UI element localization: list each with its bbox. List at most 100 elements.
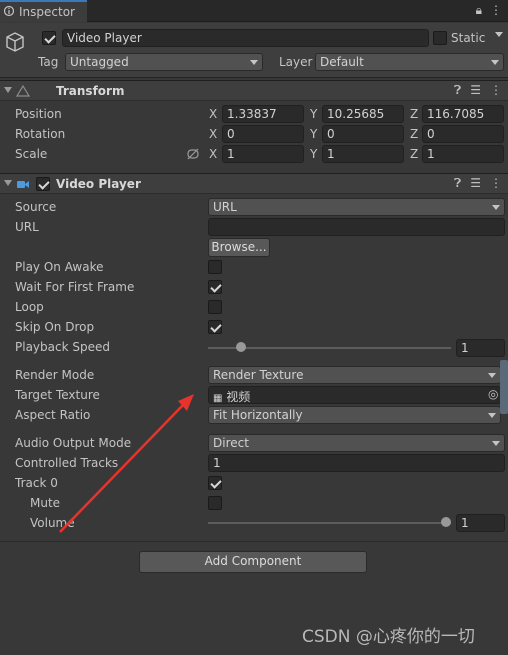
- chevron-down-icon: [488, 373, 496, 378]
- playback-speed-slider-thumb[interactable]: [235, 342, 246, 352]
- audio-output-dropdown[interactable]: Direct: [208, 434, 505, 452]
- chevron-down-icon: [488, 413, 496, 418]
- constrain-proportions-icon[interactable]: [186, 148, 200, 160]
- layer-label: Layer: [279, 55, 313, 69]
- video-player-title: Video Player: [56, 177, 141, 191]
- info-icon: [4, 5, 14, 17]
- scale-x-field[interactable]: 1: [222, 145, 304, 163]
- axis-x-label: X: [209, 127, 218, 141]
- target-texture-value: 视频: [226, 390, 251, 404]
- gameobject-header: Video Player Static Tag Untagged Layer D…: [0, 23, 508, 78]
- volume-slider-thumb[interactable]: [441, 517, 451, 527]
- tag-dropdown[interactable]: Untagged: [65, 53, 263, 71]
- chevron-down-icon: [250, 60, 258, 65]
- scale-z-field[interactable]: 1: [422, 145, 504, 163]
- arrow-head: [178, 394, 194, 411]
- more-menu-icon[interactable]: ⋮: [490, 83, 502, 98]
- more-menu-icon[interactable]: ⋮: [490, 176, 502, 191]
- position-y-field[interactable]: 10.25685: [322, 105, 404, 123]
- video-player-header[interactable]: Video Player ❓︎ ☰ ⋮: [0, 173, 508, 194]
- play-on-awake-label: Play On Awake: [15, 260, 104, 274]
- scrollbar-thumb[interactable]: [500, 360, 508, 414]
- video-player-enabled-checkbox[interactable]: [36, 177, 50, 191]
- wait-first-frame-checkbox[interactable]: [208, 280, 222, 294]
- active-checkbox[interactable]: [42, 31, 56, 45]
- axis-y-label: Y: [310, 127, 318, 141]
- tag-label: Tag: [38, 55, 59, 69]
- scale-y-field[interactable]: 1: [322, 145, 404, 163]
- watermark: CSDN @心疼你的一切: [302, 627, 475, 647]
- source-dropdown[interactable]: URL: [208, 198, 505, 216]
- url-label: URL: [15, 220, 39, 234]
- chevron-down-icon: [492, 205, 500, 210]
- playback-speed-field[interactable]: 1: [456, 339, 505, 357]
- layer-dropdown[interactable]: Default: [315, 53, 504, 71]
- target-texture-label: Target Texture: [15, 388, 100, 402]
- position-label: Position: [15, 107, 62, 121]
- cube-icon: [6, 32, 24, 52]
- add-component-button[interactable]: Add Component: [139, 551, 367, 573]
- target-texture-field[interactable]: ▦ 视频: [208, 386, 501, 404]
- scale-label: Scale: [15, 147, 48, 161]
- axis-z-label: Z: [410, 127, 419, 141]
- browse-button[interactable]: Browse...: [208, 238, 270, 257]
- render-mode-dropdown[interactable]: Render Texture: [208, 366, 501, 384]
- position-x-field[interactable]: 1.33837: [222, 105, 304, 123]
- aspect-ratio-dropdown[interactable]: Fit Horizontally: [208, 406, 501, 424]
- play-on-awake-checkbox[interactable]: [208, 260, 222, 274]
- foldout-arrow-icon[interactable]: [4, 180, 12, 186]
- lock-icon[interactable]: 🔒︎: [476, 3, 482, 18]
- preset-icon[interactable]: ☰: [470, 83, 481, 98]
- help-icon[interactable]: ❓︎: [454, 176, 461, 191]
- axis-x-label: X: [209, 147, 218, 161]
- source-label: Source: [15, 200, 57, 214]
- video-camera-icon: [17, 181, 29, 188]
- track0-checkbox[interactable]: [208, 476, 222, 490]
- controlled-tracks-field[interactable]: 1: [208, 454, 505, 472]
- mute-label: Mute: [30, 496, 61, 510]
- layer-value: Default: [320, 55, 364, 69]
- track0-label: Track 0: [15, 476, 58, 490]
- rotation-x-field[interactable]: 0: [222, 125, 304, 143]
- render-mode-label: Render Mode: [15, 368, 95, 382]
- transform-title: Transform: [56, 84, 125, 98]
- rotation-y-field[interactable]: 0: [322, 125, 404, 143]
- position-z-field[interactable]: 116.7085: [422, 105, 504, 123]
- object-picker-icon[interactable]: ◎: [488, 387, 498, 401]
- controlled-tracks-label: Controlled Tracks: [15, 456, 119, 470]
- transform-header[interactable]: Transform ❓︎ ☰ ⋮: [0, 80, 508, 101]
- axis-z-label: Z: [410, 147, 419, 161]
- axis-x-label: X: [209, 107, 218, 121]
- wait-first-frame-label: Wait For First Frame: [15, 280, 135, 294]
- gameobject-name-input[interactable]: Video Player: [62, 29, 429, 47]
- skip-on-drop-label: Skip On Drop: [15, 320, 95, 334]
- mute-checkbox[interactable]: [208, 496, 222, 510]
- rotation-label: Rotation: [15, 127, 66, 141]
- transform-icon: [16, 85, 30, 97]
- more-menu-icon[interactable]: ⋮: [490, 3, 502, 18]
- tab-inspector[interactable]: Inspector: [0, 0, 87, 22]
- tab-title: Inspector: [19, 5, 75, 19]
- audio-output-label: Audio Output Mode: [15, 436, 132, 450]
- url-input[interactable]: [208, 218, 505, 236]
- aspect-ratio-label: Aspect Ratio: [15, 408, 91, 422]
- static-label: Static: [451, 31, 486, 45]
- rotation-z-field[interactable]: 0: [422, 125, 504, 143]
- render-texture-icon: ▦: [213, 393, 223, 404]
- volume-slider-track[interactable]: [208, 522, 451, 524]
- volume-field[interactable]: 1: [456, 514, 505, 532]
- volume-label: Volume: [30, 516, 75, 530]
- help-icon[interactable]: ❓︎: [454, 83, 461, 98]
- loop-checkbox[interactable]: [208, 300, 222, 314]
- separator: [0, 541, 508, 542]
- playback-speed-label: Playback Speed: [15, 340, 110, 354]
- chevron-down-icon: [492, 441, 500, 446]
- aspect-ratio-value: Fit Horizontally: [213, 408, 303, 422]
- axis-y-label: Y: [310, 147, 318, 161]
- skip-on-drop-checkbox[interactable]: [208, 320, 222, 334]
- preset-icon[interactable]: ☰: [470, 176, 481, 191]
- static-checkbox[interactable]: [433, 31, 447, 45]
- audio-output-value: Direct: [213, 436, 249, 450]
- foldout-arrow-icon[interactable]: [4, 87, 12, 93]
- static-dropdown-icon[interactable]: [495, 32, 503, 37]
